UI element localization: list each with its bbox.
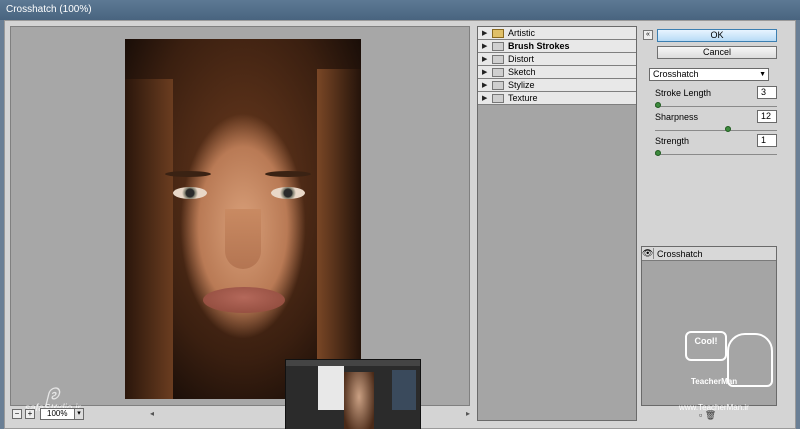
expand-arrow-icon[interactable]: ▶ <box>482 55 490 63</box>
watermark-teacherman: Cool! TeacherMan www.TeacherMan.ir <box>679 331 785 415</box>
folder-distort[interactable]: ▶ Distort <box>478 53 636 66</box>
collapse-gallery-button[interactable]: « <box>643 30 653 40</box>
effect-layer-row[interactable]: 👁 Crosshatch <box>642 247 776 261</box>
expand-arrow-icon[interactable]: ▶ <box>482 29 490 37</box>
scroll-left-icon[interactable]: ◂ <box>150 409 154 418</box>
swirl-logo-icon: ဨ <box>45 375 61 405</box>
slider-knob[interactable] <box>655 102 661 108</box>
folder-brush-strokes[interactable]: ▶ Brush Strokes <box>478 40 636 53</box>
folder-icon <box>492 41 504 51</box>
expand-arrow-icon[interactable]: ▶ <box>482 81 490 89</box>
folder-icon <box>492 80 504 90</box>
window-title: Crosshatch (100%) <box>6 4 92 15</box>
stroke-length-slider[interactable] <box>655 106 777 107</box>
preview-area[interactable]: ဨ safaStudio.ir <box>10 26 470 429</box>
cool-badge: Cool! <box>685 331 727 361</box>
scroll-right-icon[interactable]: ▸ <box>466 409 470 418</box>
sharpness-input[interactable]: 12 <box>757 110 777 123</box>
filter-category-list: ▶ Artistic ▶ Brush Strokes ▶ Distort ▶ S… <box>477 26 637 421</box>
cancel-button[interactable]: Cancel <box>657 46 777 59</box>
folder-icon <box>492 67 504 77</box>
folder-stylize[interactable]: ▶ Stylize <box>478 79 636 92</box>
folder-texture[interactable]: ▶ Texture <box>478 92 636 105</box>
preview-statusbar: − + 100% ▾ ◂ ▸ <box>10 408 470 422</box>
strength-input[interactable]: 1 <box>757 134 777 147</box>
chevron-down-icon: ▼ <box>759 71 766 78</box>
slider-knob[interactable] <box>655 150 661 156</box>
filter-gallery-dialog: ဨ safaStudio.ir − + 100% ▾ ◂ ▸ ▶ Artisti… <box>4 20 796 429</box>
expand-arrow-icon[interactable]: ▶ <box>482 94 490 102</box>
eye-icon[interactable]: 👁 <box>642 248 654 259</box>
folder-icon <box>492 93 504 103</box>
filter-select[interactable]: Crosshatch ▼ <box>649 68 769 81</box>
zoom-in-button[interactable]: + <box>25 409 35 419</box>
preview-image <box>125 39 361 399</box>
ok-button[interactable]: OK <box>657 29 777 42</box>
zoom-dropdown-icon[interactable]: ▾ <box>74 408 84 420</box>
strength-slider[interactable] <box>655 154 777 155</box>
zoom-out-button[interactable]: − <box>12 409 22 419</box>
stroke-length-input[interactable]: 3 <box>757 86 777 99</box>
folder-sketch[interactable]: ▶ Sketch <box>478 66 636 79</box>
sharpness-slider[interactable] <box>655 130 777 131</box>
title-bar: Crosshatch (100%) <box>0 0 800 20</box>
folder-icon <box>492 28 504 38</box>
expand-arrow-icon[interactable]: ▶ <box>482 42 490 50</box>
expand-arrow-icon[interactable]: ▶ <box>482 68 490 76</box>
folder-icon <box>492 54 504 64</box>
horizontal-scrollbar[interactable]: ◂ ▸ <box>150 409 470 419</box>
slider-knob[interactable] <box>724 126 731 132</box>
folder-artistic[interactable]: ▶ Artistic <box>478 27 636 40</box>
param-strength: Strength 1 <box>655 134 777 164</box>
